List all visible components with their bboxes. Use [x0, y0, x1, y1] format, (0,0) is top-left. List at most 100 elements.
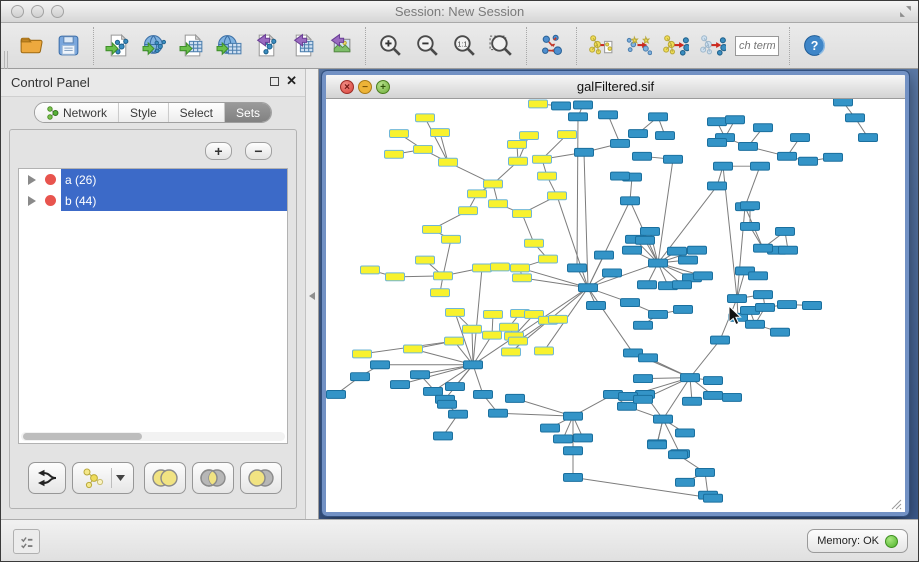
graph-node-yellow[interactable] — [489, 200, 508, 208]
graph-node-blue[interactable] — [629, 130, 648, 138]
graph-node-blue[interactable] — [708, 182, 727, 190]
graph-node-blue[interactable] — [411, 371, 430, 379]
scrollbar-thumb[interactable] — [23, 433, 142, 440]
graph-node-blue[interactable] — [711, 336, 730, 344]
graph-node-blue[interactable] — [634, 395, 653, 403]
graph-node-yellow[interactable] — [445, 337, 464, 345]
graph-node-blue[interactable] — [564, 473, 583, 481]
graph-node-yellow[interactable] — [439, 158, 458, 166]
horizontal-scrollbar[interactable] — [21, 432, 285, 441]
graph-node-blue[interactable] — [708, 118, 727, 126]
export-table-button[interactable] — [285, 27, 322, 65]
network-merge-difference2-button[interactable] — [694, 27, 731, 65]
open-session-button[interactable] — [13, 27, 50, 65]
graph-node-blue[interactable] — [668, 247, 687, 255]
graph-node-yellow[interactable] — [468, 190, 487, 198]
graph-node-yellow[interactable] — [446, 308, 465, 316]
graph-node-yellow[interactable] — [386, 273, 405, 281]
graph-node-blue[interactable] — [623, 246, 642, 254]
create-network-from-set-button[interactable] — [72, 462, 134, 494]
graph-node-blue[interactable] — [776, 227, 795, 235]
zoom-in-button[interactable] — [372, 27, 409, 65]
graph-node-blue[interactable] — [859, 134, 878, 142]
graph-node-yellow[interactable] — [508, 140, 527, 148]
graph-node-blue[interactable] — [708, 139, 727, 147]
frame-minimize-button[interactable]: − — [358, 80, 372, 94]
graph-node-blue[interactable] — [754, 124, 773, 132]
graph-node-blue[interactable] — [506, 394, 525, 402]
graph-node-blue[interactable] — [669, 451, 688, 459]
graph-node-blue[interactable] — [739, 142, 758, 150]
tab-select[interactable]: Select — [169, 103, 225, 122]
graph-node-yellow[interactable] — [423, 225, 442, 233]
graph-node-blue[interactable] — [679, 256, 698, 264]
graph-node-blue[interactable] — [371, 361, 390, 369]
graph-node-blue[interactable] — [756, 304, 775, 312]
graph-node-blue[interactable] — [641, 227, 660, 235]
network-frame-titlebar[interactable]: × − + galFiltered.sif — [326, 75, 905, 99]
help-button[interactable]: ? — [796, 27, 833, 65]
expander-triangle-icon[interactable] — [28, 196, 36, 206]
graph-node-blue[interactable] — [704, 494, 723, 502]
graph-node-yellow[interactable] — [539, 255, 558, 263]
graph-node-yellow[interactable] — [473, 264, 492, 272]
set-row-label[interactable]: a (26) — [61, 169, 287, 190]
graph-node-blue[interactable] — [564, 447, 583, 455]
graph-node-yellow[interactable] — [416, 114, 435, 122]
graph-node-blue[interactable] — [674, 306, 693, 314]
set-difference-button[interactable] — [240, 462, 282, 494]
graph-node-yellow[interactable] — [385, 150, 404, 158]
zoom-button[interactable] — [51, 5, 64, 18]
graph-node-blue[interactable] — [569, 113, 588, 121]
graph-node-blue[interactable] — [564, 412, 583, 420]
graph-node-blue[interactable] — [723, 393, 742, 401]
network-merge-intersection-button[interactable] — [620, 27, 657, 65]
graph-node-yellow[interactable] — [513, 274, 532, 282]
graph-node-blue[interactable] — [434, 432, 453, 440]
graph-node-blue[interactable] — [751, 162, 770, 170]
graph-node-blue[interactable] — [438, 400, 457, 408]
search-input[interactable] — [735, 36, 779, 56]
graph-node-yellow[interactable] — [538, 172, 557, 180]
graph-node-yellow[interactable] — [463, 325, 482, 333]
graph-node-blue[interactable] — [778, 301, 797, 309]
set-intersection-button[interactable] — [192, 462, 234, 494]
graph-node-blue[interactable] — [638, 281, 657, 289]
graph-node-blue[interactable] — [587, 302, 606, 310]
set-union-button[interactable] — [144, 462, 186, 494]
tab-network[interactable]: Network — [35, 103, 119, 122]
graph-node-blue[interactable] — [464, 361, 483, 369]
graph-node-blue[interactable] — [579, 284, 598, 292]
graph-node-blue[interactable] — [611, 172, 630, 180]
network-frame[interactable]: × − + galFiltered.sif — [322, 71, 909, 516]
graph-node-blue[interactable] — [446, 383, 465, 391]
graph-node-blue[interactable] — [575, 148, 594, 156]
set-row[interactable]: b (44) — [19, 190, 287, 211]
graph-node-blue[interactable] — [552, 102, 571, 110]
set-row-label[interactable]: b (44) — [61, 190, 287, 211]
graph-node-blue[interactable] — [656, 132, 675, 140]
graph-node-blue[interactable] — [595, 251, 614, 259]
graph-node-blue[interactable] — [664, 155, 683, 163]
frame-maximize-button[interactable]: + — [376, 80, 390, 94]
graph-node-blue[interactable] — [649, 113, 668, 121]
graph-node-blue[interactable] — [424, 388, 443, 396]
graph-node-blue[interactable] — [704, 377, 723, 385]
import-network-file-button[interactable] — [100, 27, 137, 65]
minimize-button[interactable] — [31, 5, 44, 18]
tab-sets[interactable]: Sets — [225, 103, 271, 122]
graph-node-yellow[interactable] — [529, 100, 548, 108]
graph-node-blue[interactable] — [654, 415, 673, 423]
graph-node-yellow[interactable] — [404, 345, 423, 353]
graph-node-blue[interactable] — [568, 264, 587, 272]
graph-node-yellow[interactable] — [361, 266, 380, 274]
tab-style[interactable]: Style — [119, 103, 169, 122]
graph-node-blue[interactable] — [351, 373, 370, 381]
graph-node-blue[interactable] — [778, 152, 797, 160]
graph-node-blue[interactable] — [728, 295, 747, 303]
graph-node-blue[interactable] — [688, 246, 707, 254]
graph-node-blue[interactable] — [696, 469, 715, 477]
add-set-button[interactable]: + — [205, 142, 232, 160]
graph-node-yellow[interactable] — [491, 263, 510, 271]
graph-node-blue[interactable] — [639, 354, 658, 362]
